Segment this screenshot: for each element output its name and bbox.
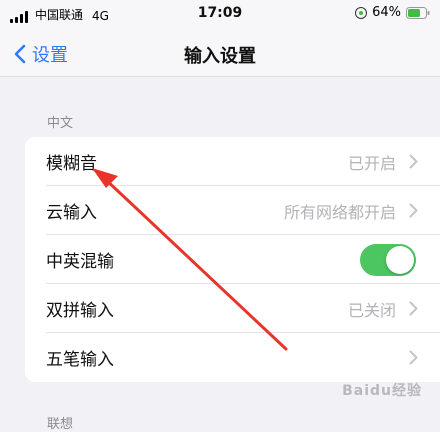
row-value: 已关闭 — [347, 300, 396, 320]
chevron-right-icon — [409, 301, 418, 316]
mixed-input-toggle[interactable] — [360, 244, 416, 276]
row-cloud-input[interactable]: 云输入 所有网络都开启 — [25, 186, 440, 235]
row-label: 模糊音 — [46, 154, 97, 174]
section-header-association: 联想 — [47, 417, 74, 432]
chevron-right-icon — [409, 203, 418, 218]
row-label: 五笔输入 — [46, 350, 114, 370]
navigation-bar: 设置 输入设置 — [0, 34, 440, 77]
row-mixed-input: 中英混输 — [25, 235, 440, 284]
status-right: 64% — [355, 5, 430, 20]
toggle-knob — [386, 246, 414, 274]
baidu-watermark: Baidu经验 — [342, 383, 422, 399]
battery-percent: 64% — [372, 5, 401, 20]
page-title: 输入设置 — [184, 46, 256, 67]
row-value: 所有网络都开启 — [283, 202, 396, 222]
row-wubi[interactable]: 五笔输入 — [25, 333, 440, 382]
battery-icon — [406, 6, 430, 19]
status-bar: 中国联通 4G 17:09 64% — [0, 0, 440, 34]
chevron-right-icon — [409, 154, 418, 169]
row-value: 已开启 — [347, 153, 396, 173]
row-fuzzy-pinyin[interactable]: 模糊音 已开启 — [25, 137, 440, 186]
battery-saver-icon — [355, 6, 368, 19]
row-label: 双拼输入 — [46, 301, 114, 321]
settings-group-chinese: 模糊音 已开启 云输入 所有网络都开启 中英混输 双拼输入 已关闭 五笔输入 — [25, 137, 440, 382]
chevron-right-icon — [409, 350, 418, 365]
row-shuangpin[interactable]: 双拼输入 已关闭 — [25, 284, 440, 333]
row-label: 中英混输 — [46, 252, 114, 272]
section-header-chinese: 中文 — [47, 116, 74, 131]
row-label: 云输入 — [46, 203, 97, 223]
